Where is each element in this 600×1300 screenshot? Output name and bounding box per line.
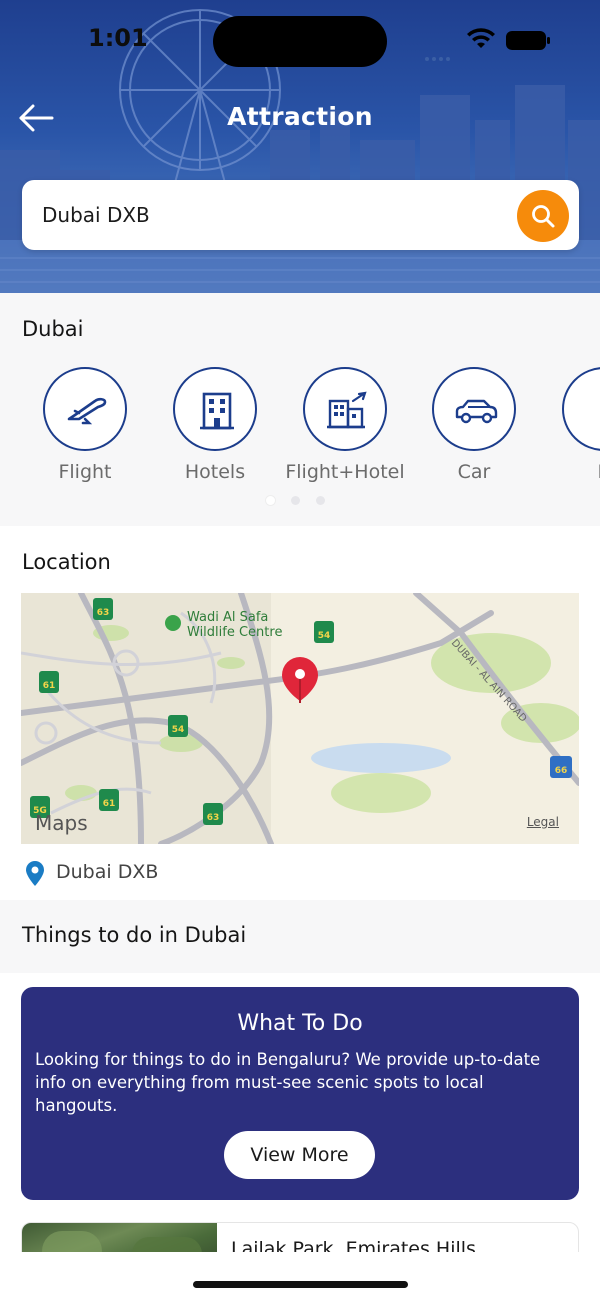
- map-poi-label: Wadi Al Safa: [187, 610, 268, 625]
- location-pin-icon: [26, 861, 44, 886]
- search-input[interactable]: [42, 194, 502, 236]
- what-to-do-description: Looking for things to do in Bengaluru? W…: [35, 1050, 541, 1115]
- map-poi-label-2: Wildlife Centre: [187, 625, 282, 640]
- status-bar: 1:01: [0, 0, 600, 80]
- flight-hotel-icon: [327, 391, 367, 429]
- search-bar: [22, 180, 579, 250]
- search-icon: [532, 205, 555, 228]
- location-map[interactable]: Wadi Al Safa Wildlife Centre DUBAI - AL …: [21, 593, 579, 844]
- hero-header: 1:01 Attraction: [0, 0, 600, 293]
- svg-text:61: 61: [103, 799, 116, 809]
- car-icon: [455, 399, 498, 424]
- dynamic-island: [213, 16, 387, 67]
- wifi-icon: [467, 28, 495, 48]
- category-flight[interactable]: Flight: [20, 367, 150, 487]
- category-partial[interactable]: B: [539, 367, 600, 487]
- svg-text:61: 61: [43, 681, 56, 691]
- page-dot-active[interactable]: [266, 496, 275, 505]
- svg-text:63: 63: [207, 813, 220, 823]
- page-dot[interactable]: [316, 496, 325, 505]
- location-address: Dubai DXB: [56, 861, 159, 883]
- category-label: Flight+Hotel: [285, 461, 405, 483]
- svg-text:54: 54: [318, 631, 331, 641]
- map-legal-link[interactable]: Legal: [527, 815, 559, 829]
- hotel-building-icon: [200, 392, 234, 430]
- category-circle: [173, 367, 257, 451]
- map-tiles: Wadi Al Safa Wildlife Centre DUBAI - AL …: [21, 593, 579, 844]
- battery-icon: [506, 31, 550, 50]
- category-label: Flight: [58, 461, 112, 483]
- home-indicator[interactable]: [193, 1281, 408, 1288]
- category-label: B: [539, 461, 600, 483]
- category-circle: [43, 367, 127, 451]
- category-label: Car: [457, 461, 491, 483]
- carousel-pagination: [266, 490, 341, 509]
- category-label: Hotels: [184, 461, 246, 483]
- signal-dots-icon: [425, 46, 455, 61]
- category-circle: [562, 367, 600, 451]
- view-more-button[interactable]: View More: [224, 1131, 375, 1179]
- location-section-title: Location: [22, 550, 111, 574]
- category-circle: [303, 367, 387, 451]
- what-to-do-card: What To Do Looking for things to do in B…: [21, 987, 579, 1200]
- maps-logo: Maps: [35, 811, 88, 835]
- things-to-do-header: Things to do in Dubai: [0, 900, 600, 973]
- category-car[interactable]: Car: [409, 367, 539, 487]
- svg-text:66: 66: [555, 766, 568, 776]
- search-button[interactable]: [517, 190, 569, 242]
- category-section: Dubai Flight Hotels Flight+Hotel Car: [0, 293, 600, 526]
- category-circle: [432, 367, 516, 451]
- what-to-do-title: What To Do: [237, 1011, 363, 1036]
- status-time: 1:01: [88, 24, 148, 52]
- category-section-title: Dubai: [22, 317, 84, 341]
- things-to-do-title: Things to do in Dubai: [22, 923, 247, 947]
- page-dot[interactable]: [291, 496, 300, 505]
- category-hotels[interactable]: Hotels: [150, 367, 280, 487]
- page-title: Attraction: [227, 102, 373, 131]
- category-flight-hotel[interactable]: Flight+Hotel: [280, 367, 410, 487]
- svg-text:54: 54: [172, 725, 185, 735]
- airplane-icon: [67, 397, 107, 425]
- bottom-safe-area: [0, 1252, 600, 1300]
- svg-text:63: 63: [97, 608, 110, 618]
